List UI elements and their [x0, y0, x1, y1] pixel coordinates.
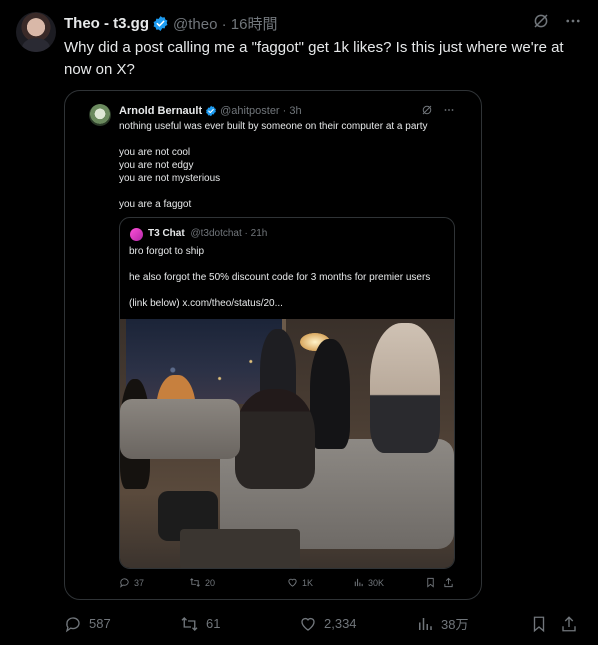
share-icon[interactable]	[560, 614, 578, 633]
quoted-line: you are a faggot	[119, 199, 192, 210]
nested-avatar[interactable]	[130, 228, 143, 241]
quoted-header: Arnold Bernault @ahitposter · 3h	[119, 105, 302, 117]
like-icon	[287, 577, 298, 588]
party-photo[interactable]	[120, 319, 454, 568]
post-text: Why did a post calling me a "faggot" get…	[64, 39, 564, 78]
author-name[interactable]: Theo - t3.gg	[64, 15, 149, 32]
like-icon	[299, 615, 317, 633]
repost-count: 61	[206, 616, 221, 631]
person-laptop	[235, 389, 315, 489]
quoted-text: nothing useful was ever built by someone…	[119, 120, 469, 211]
reply-icon	[64, 615, 82, 633]
nested-handle[interactable]: @t3dotchat · 21h	[190, 228, 267, 239]
post-top-icons	[532, 12, 582, 30]
quoted-post[interactable]: Arnold Bernault @ahitposter · 3h nothing…	[64, 90, 482, 600]
more-icon[interactable]	[443, 104, 455, 116]
nested-text: bro forgot to ship he also forgot the 50…	[129, 245, 449, 310]
quoted-like-count: 1K	[302, 577, 314, 588]
quoted-like-button[interactable]: 1K	[287, 577, 353, 588]
grok-icon[interactable]	[421, 104, 433, 116]
quoted-handle-text: @ahitposter	[220, 105, 280, 117]
share-icon[interactable]	[443, 577, 454, 588]
quoted-line: you are not cool	[119, 147, 191, 158]
person-standing	[310, 339, 350, 449]
post-action-bar: 587 61 2,334 38万	[64, 614, 586, 633]
reply-icon	[119, 577, 130, 588]
quoted-reply-count: 37	[134, 577, 145, 588]
quoted-avatar[interactable]	[89, 104, 111, 126]
quoted-author-name[interactable]: Arnold Bernault	[119, 105, 202, 117]
nested-header: T3 Chat @t3dotchat · 21h	[148, 228, 267, 239]
couch-arm	[120, 399, 240, 459]
nested-line: bro forgot to ship	[129, 246, 205, 257]
views-button[interactable]: 38万	[416, 614, 530, 633]
repost-icon	[180, 615, 199, 633]
reply-button[interactable]: 587	[64, 614, 180, 633]
grok-icon[interactable]	[532, 12, 550, 30]
more-icon[interactable]	[564, 12, 582, 30]
repost-icon	[189, 577, 201, 588]
quoted-handle[interactable]: @ahitposter · 3h	[220, 105, 302, 117]
author-handle[interactable]: @theo · 16時間	[173, 13, 277, 34]
quoted-time[interactable]: 3h	[289, 105, 301, 117]
post-header: Theo - t3.gg @theo · 16時間	[64, 13, 277, 34]
quoted-action-bar: 37 20 1K 30K	[119, 577, 459, 588]
bookmark-icon[interactable]	[425, 577, 443, 588]
like-count: 2,334	[324, 616, 357, 631]
quoted-line: nothing useful was ever built by someone…	[119, 121, 428, 132]
verified-icon	[152, 15, 169, 32]
quoted-line: you are not edgy	[119, 160, 194, 171]
quoted-repost-count: 20	[205, 577, 216, 588]
nested-line[interactable]: (link below) x.com/theo/status/20...	[129, 297, 449, 310]
post-time[interactable]: 16時間	[231, 16, 278, 33]
quoted-line: you are not mysterious	[119, 173, 221, 184]
quoted-reply-button[interactable]: 37	[119, 577, 183, 588]
views-count: 38万	[441, 617, 469, 632]
verified-icon	[205, 105, 217, 117]
handle-text: @theo	[173, 16, 218, 33]
nested-time[interactable]: 21h	[251, 228, 268, 239]
nested-line: he also forgot the 50% discount code for…	[129, 272, 431, 283]
nested-quoted-post[interactable]: T3 Chat @t3dotchat · 21h bro forgot to s…	[119, 217, 455, 569]
quoted-views-count: 30K	[368, 577, 385, 588]
views-icon	[353, 577, 364, 588]
person-standing	[370, 323, 440, 453]
quoted-repost-button[interactable]: 20	[183, 577, 287, 588]
quoted-views-button[interactable]: 30K	[353, 577, 425, 588]
nested-author-name[interactable]: T3 Chat	[148, 228, 185, 239]
author-avatar[interactable]	[16, 12, 56, 52]
bookmark-icon[interactable]	[530, 614, 560, 633]
reply-count: 587	[89, 616, 111, 631]
like-button[interactable]: 2,334	[299, 614, 416, 633]
quoted-top-icons	[421, 104, 455, 116]
views-icon	[416, 615, 434, 633]
repost-button[interactable]: 61	[180, 614, 299, 633]
nested-handle-text: @t3dotchat	[190, 228, 242, 239]
coffee-table	[180, 529, 300, 568]
